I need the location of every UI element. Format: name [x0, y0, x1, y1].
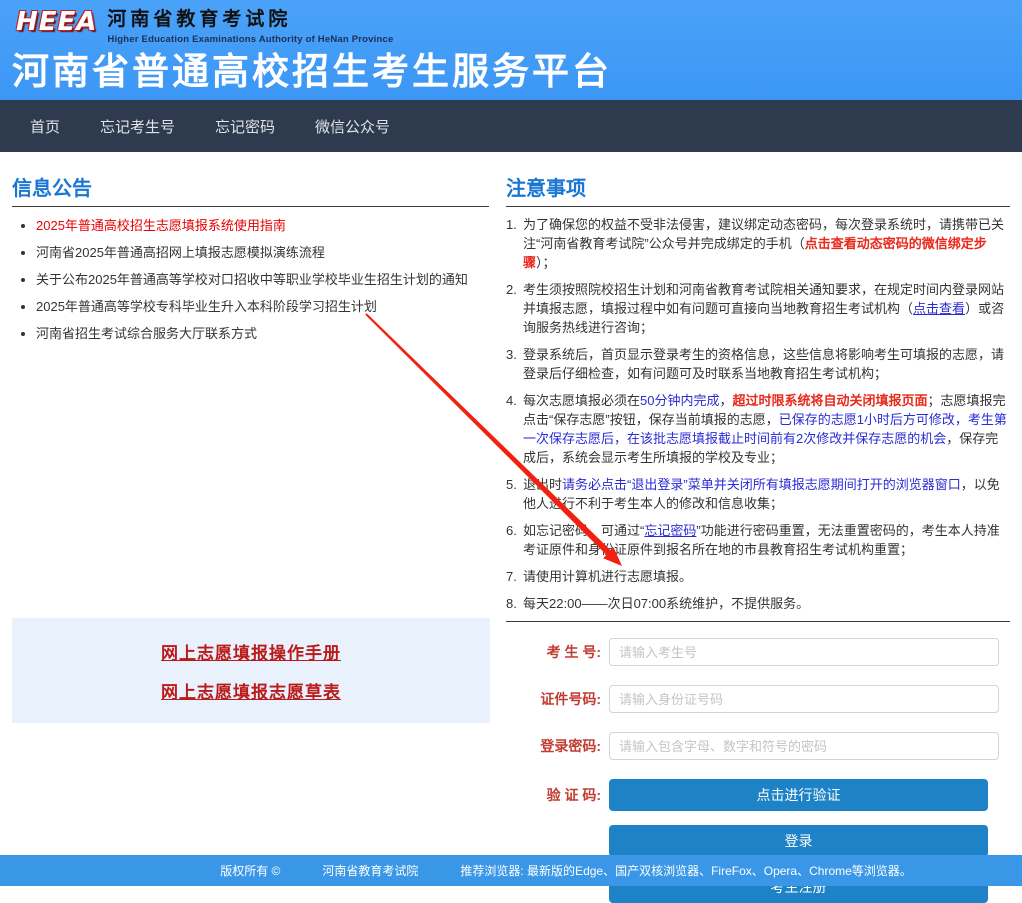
announcement-link[interactable]: 2025年普通高等学校专科毕业生升入本科阶段学习招生计划 — [36, 299, 377, 314]
note-text: 每次志愿填报必须在 — [523, 393, 640, 408]
announcements-panel: 信息公告 2025年普通高校招生志愿填报系统使用指南河南省2025年普通高招网上… — [12, 172, 489, 855]
copyright-text: 版权所有 © — [220, 862, 280, 879]
note-item: 2.考生须按照院校招生计划和河南省教育考试院相关通知要求，在规定时间内登录网站并… — [506, 280, 1010, 337]
password-row: 登录密码: — [506, 732, 1010, 760]
captcha-verify-button[interactable]: 点击进行验证 — [609, 779, 988, 811]
org-block: 河南省教育考试院 Higher Education Examinations A… — [107, 8, 393, 45]
recommended-browsers-text: 推荐浏览器: 最新版的Edge、国产双核浏览器、FireFox、Opera、Ch… — [460, 862, 911, 879]
candidate-number-label: 考 生 号: — [506, 642, 609, 662]
note-number: 6. — [506, 521, 517, 540]
notes-heading: 注意事项 — [506, 172, 1010, 207]
note-item: 7. 请使用计算机进行志愿填报。 — [506, 567, 1010, 586]
note-number: 1. — [506, 215, 517, 234]
org-name-english: Higher Education Examinations Authority … — [107, 34, 393, 45]
password-label: 登录密码: — [506, 736, 609, 756]
note-number: 2. — [506, 280, 517, 299]
announcement-link[interactable]: 2025年普通高校招生志愿填报系统使用指南 — [36, 218, 286, 233]
notice-login-panel: 注意事项 1.为了确保您的权益不受非法侵害，建议绑定动态密码，每次登录系统时，请… — [506, 172, 1010, 855]
announcement-link[interactable]: 关于公布2025年普通高等学校对口招收中等职业学校毕业生招生计划的通知 — [36, 272, 468, 287]
main-content: 信息公告 2025年普通高校招生志愿填报系统使用指南河南省2025年普通高招网上… — [0, 152, 1022, 855]
note-text: ， — [720, 393, 733, 408]
main-nav: 首页 忘记考生号 忘记密码 微信公众号 — [0, 100, 1022, 152]
candidate-number-input[interactable] — [609, 638, 999, 666]
note-text: 如忘记密码，可通过“ — [523, 523, 644, 538]
announcement-link[interactable]: 河南省招生考试综合服务大厅联系方式 — [36, 326, 257, 341]
note-inline-link[interactable]: 点击查看 — [913, 301, 965, 316]
note-item: 3. 登录系统后，首页显示登录考生的资格信息，这些信息将影响考生可填报的志愿，请登… — [506, 345, 1010, 383]
announcement-item: 河南省招生考试综合服务大厅联系方式 — [36, 326, 489, 342]
announcement-link[interactable]: 河南省2025年普通高招网上填报志愿模拟演练流程 — [36, 245, 325, 260]
note-item: 8. 每天22:00——次日07:00系统维护，不提供服务。 — [506, 594, 1010, 613]
note-number: 8. — [506, 594, 517, 613]
note-text: 每天22:00——次日07:00系统维护，不提供服务。 — [523, 596, 809, 611]
candidate-number-row: 考 生 号: — [506, 638, 1010, 666]
nav-item[interactable]: 忘记密码 — [215, 116, 275, 137]
note-inline-link[interactable]: 忘记密码 — [644, 523, 696, 538]
site-footer: 版权所有 © 河南省教育考试院 推荐浏览器: 最新版的Edge、国产双核浏览器、… — [0, 855, 1022, 886]
login-button[interactable]: 登录 — [609, 825, 988, 857]
announcement-item: 2025年普通高等学校专科毕业生升入本科阶段学习招生计划 — [36, 299, 489, 315]
id-number-label: 证件号码: — [506, 689, 609, 709]
announcements-list: 2025年普通高校招生志愿填报系统使用指南河南省2025年普通高招网上填报志愿模… — [12, 218, 489, 342]
announcements-heading: 信息公告 — [12, 172, 489, 207]
notes-divider — [506, 621, 1010, 622]
footer-text: 版权所有 © 河南省教育考试院 推荐浏览器: 最新版的Edge、国产双核浏览器、… — [220, 862, 912, 879]
password-input[interactable] — [609, 732, 999, 760]
note-item: 5.退出时请务必点击“退出登录”菜单并关闭所有填报志愿期间打开的浏览器窗口，以免… — [506, 475, 1010, 513]
note-text: ）； — [536, 255, 556, 270]
announcement-item: 河南省2025年普通高招网上填报志愿模拟演练流程 — [36, 245, 489, 261]
note-text: 请使用计算机进行志愿填报。 — [523, 569, 692, 584]
note-item: 4.每次志愿填报必须在50分钟内完成，超过时限系统将自动关闭填报页面；志愿填报完… — [506, 391, 1010, 467]
footer-org-name: 河南省教育考试院 — [322, 862, 418, 879]
site-header: HEEA 河南省教育考试院 Higher Education Examinati… — [0, 0, 1022, 100]
brand-row: HEEA 河南省教育考试院 Higher Education Examinati… — [12, 8, 1022, 45]
captcha-row: 验 证 码: 点击进行验证 — [506, 779, 1010, 811]
id-number-row: 证件号码: — [506, 685, 1010, 713]
notes-list: 1.为了确保您的权益不受非法侵害，建议绑定动态密码，每次登录系统时，请携带已关注… — [506, 215, 1010, 613]
note-text: 50分钟内完成 — [640, 393, 719, 408]
note-number: 5. — [506, 475, 517, 494]
captcha-label: 验 证 码: — [506, 785, 609, 805]
manual-link[interactable]: 网上志愿填报操作手册 — [161, 639, 341, 664]
announcement-item: 2025年普通高校招生志愿填报系统使用指南 — [36, 218, 489, 234]
manual-links-box: 网上志愿填报操作手册网上志愿填报志愿草表 — [12, 618, 490, 723]
page-title: 河南省普通高校招生考生服务平台 — [12, 51, 1022, 93]
note-text: 登录系统后，首页显示登录考生的资格信息，这些信息将影响考生可填报的志愿，请登录后… — [523, 347, 1004, 381]
note-number: 7. — [506, 567, 517, 586]
note-text: 退出时 — [523, 477, 562, 492]
login-fields: 考 生 号: 证件号码: 登录密码: — [506, 638, 1010, 760]
note-number: 4. — [506, 391, 517, 410]
nav-item[interactable]: 忘记考生号 — [100, 116, 175, 137]
manual-link[interactable]: 网上志愿填报志愿草表 — [161, 678, 341, 703]
note-text: 请务必点击“退出登录”菜单并关闭所有填报志愿期间打开的浏览器窗口 — [562, 477, 961, 492]
login-row: 登录 — [506, 825, 1010, 857]
note-number: 3. — [506, 345, 517, 364]
note-item: 1.为了确保您的权益不受非法侵害，建议绑定动态密码，每次登录系统时，请携带已关注… — [506, 215, 1010, 272]
heea-logo: HEEA — [12, 8, 101, 36]
nav-item[interactable]: 微信公众号 — [315, 116, 390, 137]
org-name: 河南省教育考试院 — [107, 8, 393, 32]
announcement-item: 关于公布2025年普通高等学校对口招收中等职业学校毕业生招生计划的通知 — [36, 272, 489, 288]
nav-item[interactable]: 首页 — [30, 116, 60, 137]
note-item: 6.如忘记密码，可通过“忘记密码”功能进行密码重置，无法重置密码的，考生本人持准… — [506, 521, 1010, 559]
note-text: 超过时限系统将自动关闭填报页面 — [733, 393, 928, 408]
id-number-input[interactable] — [609, 685, 999, 713]
